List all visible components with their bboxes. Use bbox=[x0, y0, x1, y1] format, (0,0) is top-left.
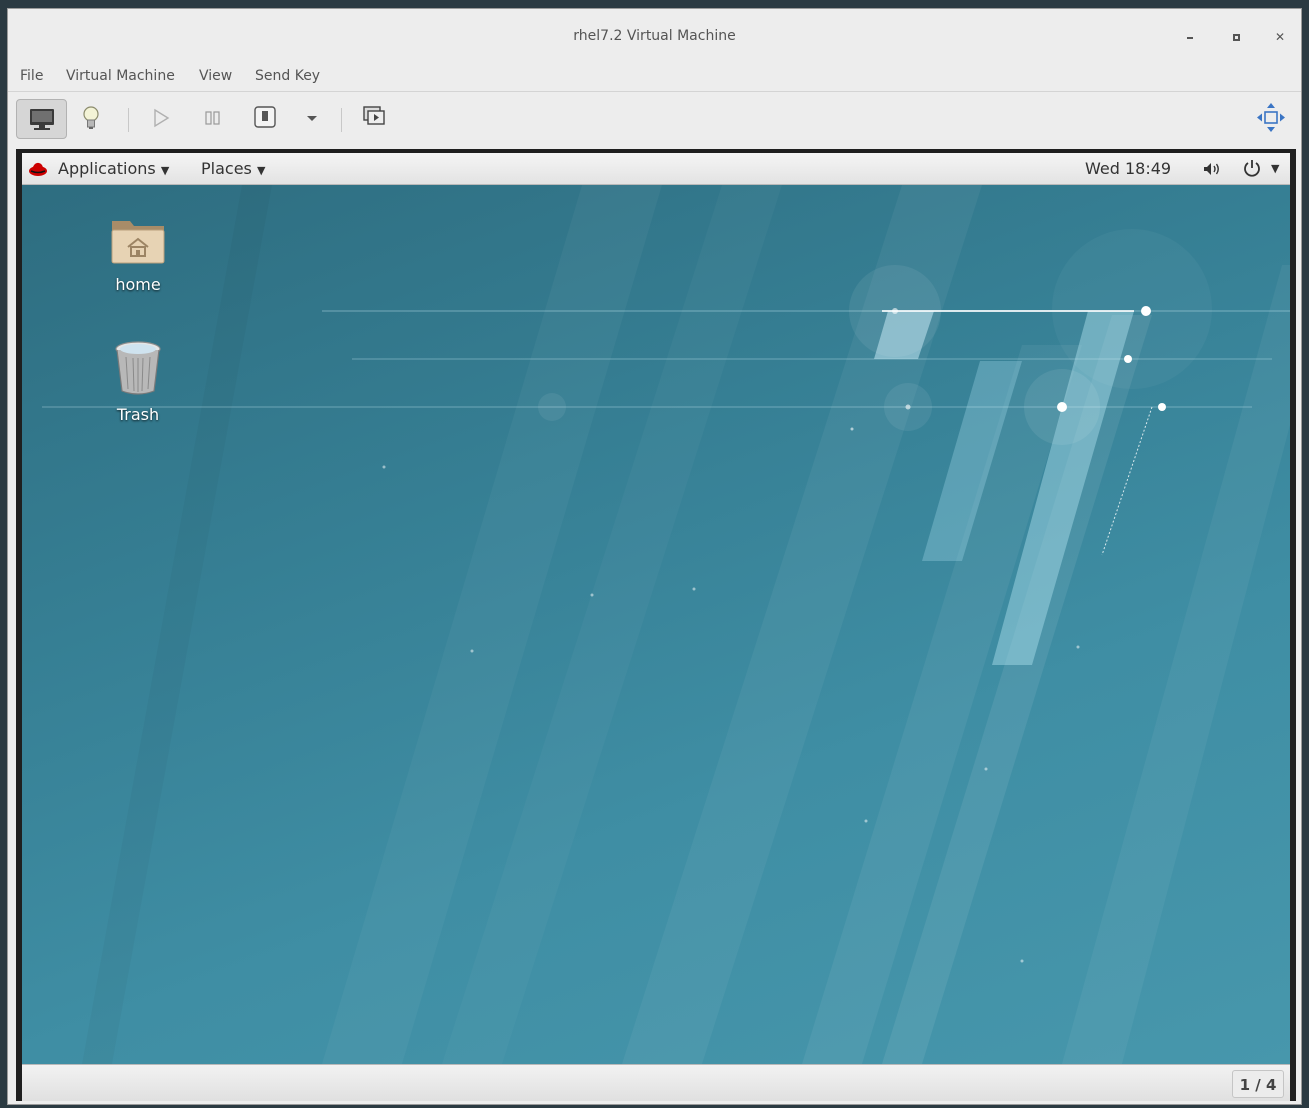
applications-label: Applications bbox=[58, 159, 156, 178]
pause-button[interactable] bbox=[201, 99, 225, 139]
workspace-indicator[interactable]: 1 / 4 bbox=[1232, 1070, 1284, 1098]
resize-arrows-icon bbox=[1257, 103, 1285, 132]
desktop-icon-home[interactable]: home bbox=[88, 215, 188, 294]
menu-view[interactable]: View bbox=[199, 68, 232, 84]
clock[interactable]: Wed 18:49 bbox=[1085, 159, 1171, 178]
maximize-icon bbox=[1232, 34, 1240, 41]
menu-send-key[interactable]: Send Key bbox=[255, 68, 320, 84]
snapshots-icon bbox=[363, 106, 385, 125]
volume-icon[interactable] bbox=[1202, 161, 1222, 177]
toolbar-separator bbox=[128, 108, 129, 132]
minimize-icon bbox=[1187, 36, 1193, 39]
menu-virtual-machine[interactable]: Virtual Machine bbox=[66, 68, 175, 84]
power-icon[interactable] bbox=[1242, 158, 1262, 178]
desktop-background[interactable]: home Trash bbox=[22, 185, 1290, 1064]
power-switch-icon bbox=[254, 106, 276, 128]
menu-file[interactable]: File bbox=[20, 68, 43, 84]
system-menu-dropdown-icon[interactable]: ▼ bbox=[1271, 162, 1279, 175]
virt-viewer-window: rhel7.2 Virtual Machine ✕ File Virtual M… bbox=[7, 8, 1302, 1105]
toolbar bbox=[8, 91, 1301, 150]
window-title: rhel7.2 Virtual Machine bbox=[573, 28, 736, 44]
guest-display[interactable]: Applications ▼ Places ▼ Wed 18:49 ▼ home… bbox=[16, 149, 1296, 1101]
redhat-logo-icon bbox=[29, 162, 47, 176]
toolbar-separator bbox=[341, 108, 342, 132]
applications-dropdown-icon: ▼ bbox=[160, 164, 170, 177]
desktop-icon-trash[interactable]: Trash bbox=[88, 337, 188, 424]
places-menu[interactable]: Places ▼ bbox=[201, 159, 265, 178]
menu-bar: File Virtual Machine View Send Key bbox=[8, 65, 1301, 91]
home-folder-icon bbox=[111, 221, 165, 264]
lightbulb-icon bbox=[83, 106, 99, 129]
close-icon: ✕ bbox=[1274, 30, 1286, 44]
pause-icon bbox=[205, 111, 220, 125]
gnome-bottom-bar: 1 / 4 bbox=[22, 1064, 1290, 1101]
trash-icon bbox=[115, 341, 161, 395]
desktop-icon-label: home bbox=[115, 275, 161, 294]
applications-menu[interactable]: Applications ▼ bbox=[58, 159, 169, 178]
console-view-button[interactable] bbox=[16, 99, 67, 139]
shutdown-menu-button[interactable] bbox=[302, 99, 322, 139]
shutdown-button[interactable] bbox=[252, 99, 278, 139]
fullscreen-button[interactable] bbox=[1254, 99, 1288, 139]
rhel-wallpaper bbox=[42, 185, 1290, 1064]
details-view-button[interactable] bbox=[76, 99, 106, 139]
gnome-top-bar: Applications ▼ Places ▼ Wed 18:49 ▼ bbox=[22, 153, 1290, 185]
title-bar[interactable]: rhel7.2 Virtual Machine ✕ bbox=[8, 9, 1301, 65]
monitor-icon bbox=[30, 109, 54, 130]
minimize-button[interactable] bbox=[1180, 27, 1200, 47]
maximize-button[interactable] bbox=[1226, 27, 1246, 47]
places-label: Places bbox=[201, 159, 252, 178]
play-icon bbox=[154, 108, 170, 128]
run-button[interactable] bbox=[148, 99, 174, 139]
close-button[interactable]: ✕ bbox=[1270, 27, 1290, 47]
desktop-icon-label: Trash bbox=[116, 405, 160, 424]
places-dropdown-icon: ▼ bbox=[256, 164, 266, 177]
snapshots-button[interactable] bbox=[359, 99, 389, 139]
chevron-down-icon bbox=[307, 116, 317, 121]
